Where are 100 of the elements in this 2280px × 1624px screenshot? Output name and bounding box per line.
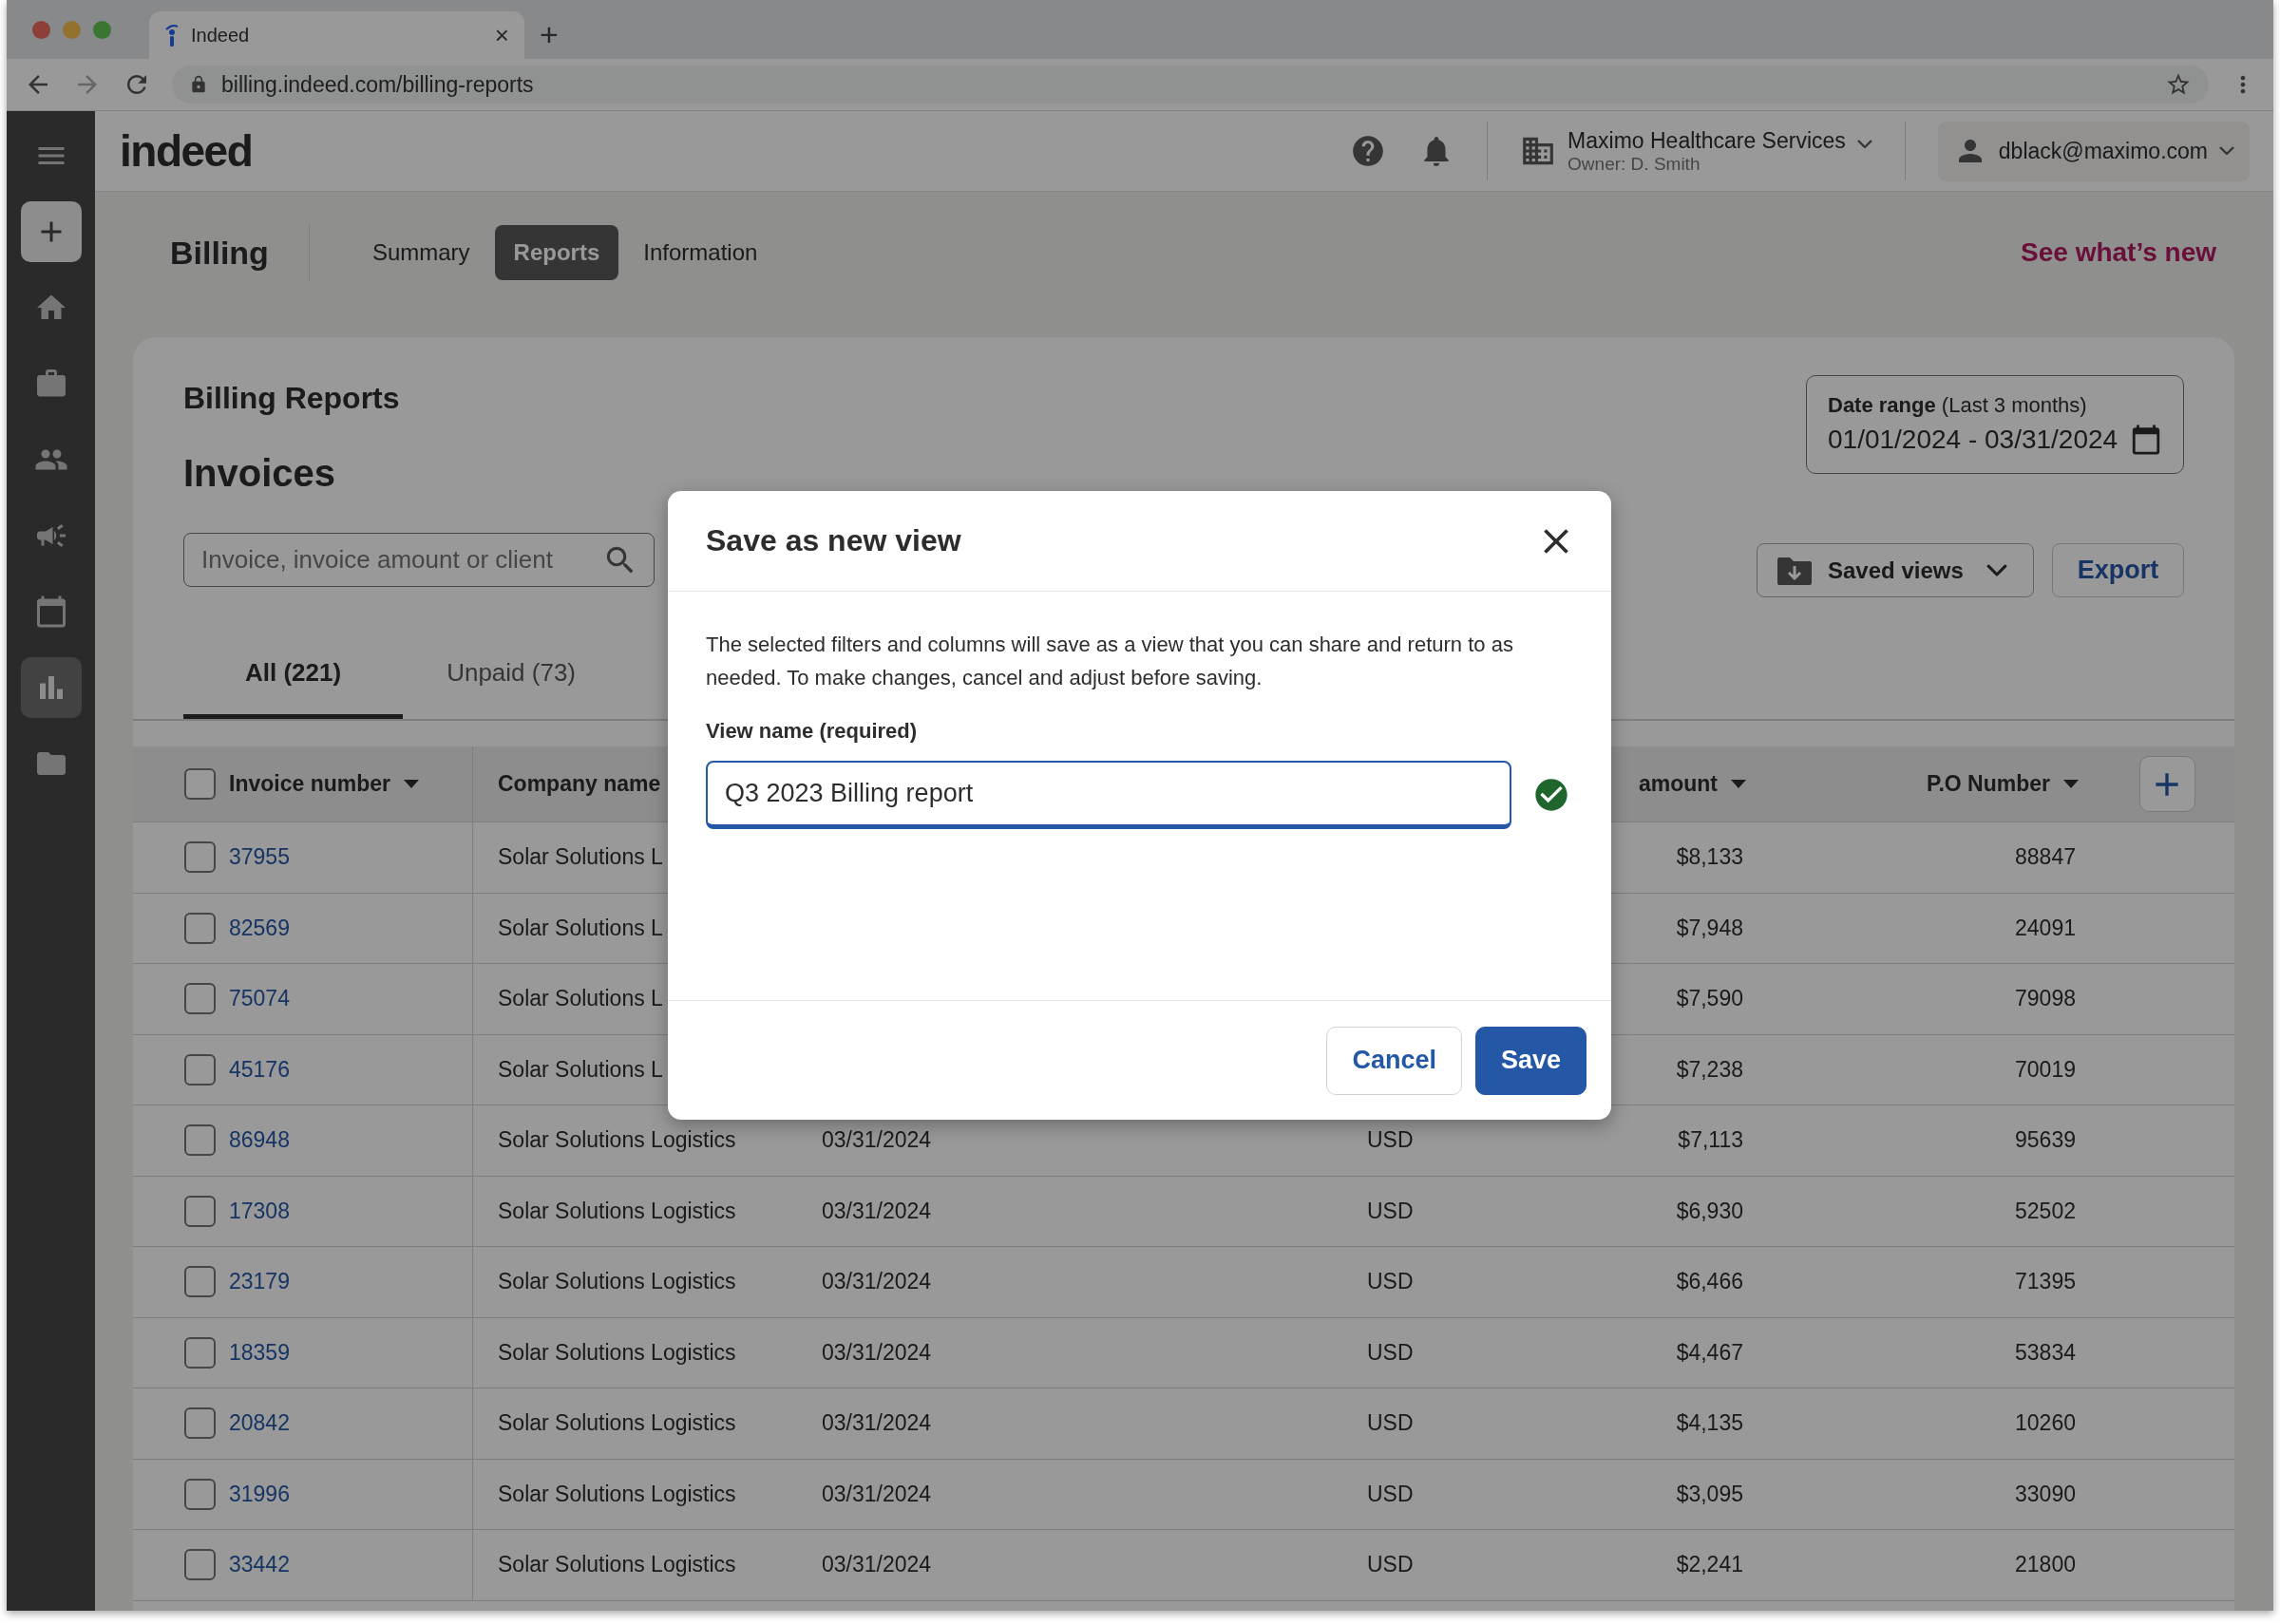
row-checkbox[interactable] <box>184 841 216 874</box>
column-header[interactable]: Company name <box>498 771 661 797</box>
export-button[interactable]: Export <box>2052 543 2184 597</box>
invoice-link[interactable]: 45176 <box>229 1056 290 1083</box>
section-title: Billing Reports <box>183 381 401 416</box>
table-cell: 95639 <box>2015 1127 2076 1154</box>
url-text: billing.indeed.com/billing-reports <box>221 71 534 98</box>
saved-views-button[interactable]: Saved views <box>1757 543 2034 597</box>
row-checkbox[interactable] <box>184 1266 216 1298</box>
table-cell: Solar Solutions Logistics <box>498 1552 736 1578</box>
table-cell: Solar Solutions L <box>498 986 663 1012</box>
add-column-button[interactable] <box>2138 756 2195 812</box>
invoice-link[interactable]: 18359 <box>229 1339 290 1366</box>
table-cell: Solar Solutions Logistics <box>498 1198 736 1224</box>
row-checkbox[interactable] <box>184 912 216 944</box>
page-title: Billing <box>170 234 269 272</box>
table-cell: Solar Solutions Logistics <box>498 1410 736 1437</box>
logo[interactable]: indeed <box>120 125 253 177</box>
address-bar[interactable]: billing.indeed.com/billing-reports <box>172 66 2209 104</box>
invoice-link[interactable]: 86948 <box>229 1127 290 1154</box>
table-cell: $8,133 <box>1676 844 1743 871</box>
sort-caret-icon[interactable] <box>2063 780 2079 788</box>
invoice-link[interactable]: 20842 <box>229 1410 290 1437</box>
nav-tab[interactable]: Reports <box>494 225 619 280</box>
row-checkbox[interactable] <box>184 1336 216 1369</box>
table-cell: $7,238 <box>1676 1056 1743 1083</box>
table-cell: $3,095 <box>1676 1481 1743 1507</box>
table-cell: $7,590 <box>1676 986 1743 1012</box>
sidebar-button[interactable] <box>20 657 82 718</box>
row-checkbox[interactable] <box>184 1407 216 1440</box>
select-all-checkbox[interactable] <box>184 768 216 800</box>
row-checkbox[interactable] <box>184 1195 216 1227</box>
row-checkbox[interactable] <box>184 1478 216 1510</box>
table-cell: 79098 <box>2015 986 2076 1012</box>
new-tab-button[interactable]: + <box>540 16 559 53</box>
maximize-window-dot[interactable] <box>93 20 111 39</box>
tab-title: Indeed <box>191 24 250 47</box>
table-cell: 52502 <box>2015 1198 2076 1224</box>
add-button[interactable] <box>20 201 82 262</box>
table-cell: USD <box>1367 1481 1414 1507</box>
invoice-link[interactable]: 17308 <box>229 1198 290 1224</box>
table-cell: 70019 <box>2015 1056 2076 1083</box>
invoice-link[interactable]: 31996 <box>229 1481 290 1507</box>
table-cell: 33090 <box>2015 1481 2076 1507</box>
sort-caret-icon[interactable] <box>404 780 419 788</box>
whats-new-link[interactable]: See what’s new <box>2021 237 2216 268</box>
calendar-icon <box>2130 424 2162 456</box>
owner-text: Owner: D. Smith <box>1568 153 1701 175</box>
table-cell: 10260 <box>2015 1410 2076 1437</box>
field-label: View name (required) <box>706 719 919 744</box>
table-cell: 03/31/2024 <box>822 1269 932 1295</box>
invoice-link[interactable]: 75074 <box>229 986 290 1012</box>
save-button[interactable]: Save <box>1474 1026 1586 1095</box>
chevron-down-icon <box>1856 139 1872 149</box>
table-cell: 24091 <box>2015 915 2076 941</box>
dialog-text: The selected filters and columns will save as a view that you can share and return to as needed. To make changes, cancel and adjust before saving. <box>706 632 1514 691</box>
filter-tab[interactable]: All (221) <box>183 632 404 719</box>
nav-tab[interactable]: Information <box>624 225 777 280</box>
view-name-field[interactable]: Q3 2023 Billing report <box>706 761 1511 829</box>
row-checkbox[interactable] <box>184 1549 216 1581</box>
invoice-link[interactable]: 33442 <box>229 1552 290 1578</box>
table-cell: $2,241 <box>1676 1552 1743 1578</box>
table-cell: 03/31/2024 <box>822 1198 932 1224</box>
table-cell: Solar Solutions L <box>498 915 663 941</box>
table-cell: $7,113 <box>1678 1127 1743 1154</box>
row-checkbox[interactable] <box>184 1124 216 1157</box>
table-cell: USD <box>1367 1339 1414 1366</box>
table-cell: 03/31/2024 <box>822 1410 932 1437</box>
section-heading: Invoices <box>183 452 337 495</box>
column-header[interactable]: Invoice number <box>229 771 390 797</box>
date-range-field[interactable]: Date range (Last 3 months) 01/01/2024 - 03/31/2024 <box>1806 375 2184 474</box>
minimize-window-dot[interactable] <box>63 20 81 39</box>
tab-close-button[interactable]: × <box>494 20 509 50</box>
close-window-dot[interactable] <box>32 20 50 39</box>
account-button[interactable]: dblack@maximo.com <box>1937 121 2250 181</box>
row-checkbox[interactable] <box>184 1053 216 1086</box>
table-cell: Solar Solutions L <box>498 844 663 871</box>
table-cell: $6,930 <box>1676 1198 1743 1224</box>
column-header[interactable]: amount <box>1638 771 1718 797</box>
company-switcher[interactable]: Maximo Healthcare Services Owner: D. Smith <box>1520 127 1872 175</box>
table-cell: $6,466 <box>1676 1269 1743 1295</box>
nav-tab[interactable]: Summary <box>352 225 489 280</box>
row-checkbox[interactable] <box>184 983 216 1015</box>
filter-tab[interactable]: Unpaid (73) <box>446 632 576 719</box>
table-cell: 03/31/2024 <box>822 1552 932 1578</box>
date-range-value: 01/01/2024 - 03/31/2024 <box>1828 425 2118 455</box>
sort-caret-icon[interactable] <box>1731 780 1746 788</box>
cancel-button[interactable]: Cancel <box>1326 1026 1462 1095</box>
table-cell: Solar Solutions Logistics <box>498 1339 736 1366</box>
invoice-link[interactable]: 82569 <box>229 915 290 941</box>
column-header[interactable]: P.O Number <box>1927 771 2050 797</box>
invoice-link[interactable]: 37955 <box>229 844 290 871</box>
table-cell: 03/31/2024 <box>822 1339 932 1366</box>
table-cell: USD <box>1367 1269 1414 1295</box>
browser-tab[interactable]: Indeed × <box>149 11 524 59</box>
table-cell: USD <box>1367 1410 1414 1437</box>
date-range-label: Date range (Last 3 months) <box>1828 393 2088 418</box>
folder-download-icon <box>1776 555 1813 586</box>
table-cell: 21800 <box>2015 1552 2076 1578</box>
invoice-link[interactable]: 23179 <box>229 1269 290 1295</box>
